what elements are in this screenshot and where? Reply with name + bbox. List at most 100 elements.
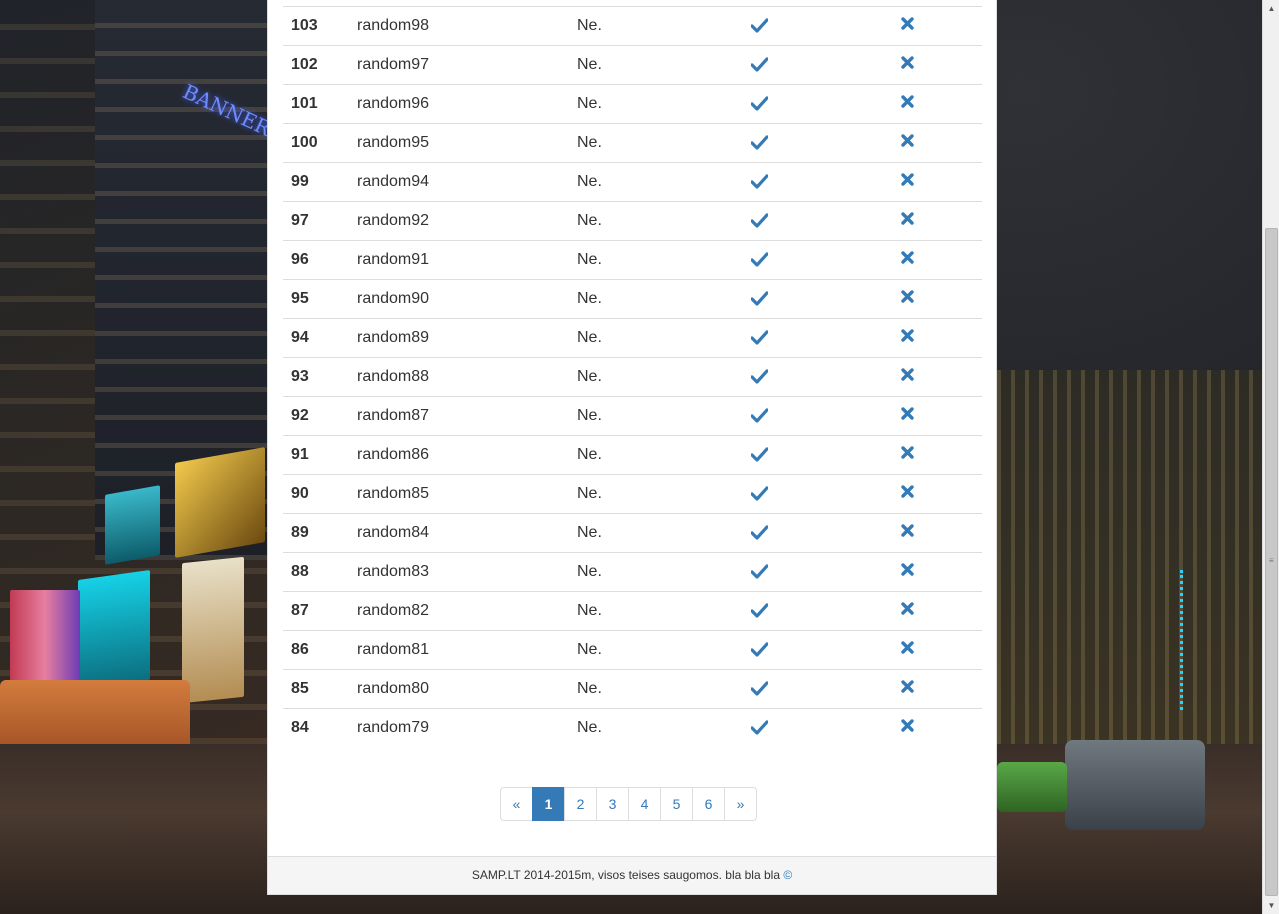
table-row: 89 random84 Ne. (283, 513, 982, 552)
scrollbar-thumb[interactable]: ≡ (1265, 228, 1278, 896)
user-id: 102 (291, 56, 318, 73)
status-text: Ne. (577, 368, 602, 385)
user-id: 85 (291, 680, 309, 697)
scroll-up-arrow-icon[interactable]: ▲ (1263, 0, 1279, 17)
bridge-lights (1180, 570, 1264, 710)
table-row: 100 random95 Ne. (283, 123, 982, 162)
content-panel: 103 random98 Ne. 102 random97 Ne. 101 random96 N… (267, 0, 997, 895)
user-id: 90 (291, 485, 309, 502)
table-row: 103 random98 Ne. (283, 6, 982, 45)
car (997, 762, 1067, 812)
user-id: 86 (291, 641, 309, 658)
username: random81 (357, 641, 430, 658)
user-id: 99 (291, 173, 309, 190)
username: random91 (357, 251, 430, 268)
table-row: 85 random80 Ne. (283, 669, 982, 708)
pagination-page-1[interactable]: 1 (532, 787, 565, 821)
username: random82 (357, 602, 430, 619)
scroll-down-arrow-icon[interactable]: ▼ (1263, 897, 1279, 914)
status-text: Ne. (577, 212, 602, 229)
billboard (78, 569, 150, 691)
status-text: Ne. (577, 446, 602, 463)
pagination-page-2[interactable]: 2 (564, 787, 597, 821)
pagination-page-4[interactable]: 4 (628, 787, 661, 821)
pagination-next[interactable]: » (724, 787, 757, 821)
user-id: 96 (291, 251, 309, 268)
table-row: 96 random91 Ne. (283, 240, 982, 279)
username: random88 (357, 368, 430, 385)
user-id: 94 (291, 329, 309, 346)
status-text: Ne. (577, 524, 602, 541)
pagination-prev[interactable]: « (500, 787, 533, 821)
table-row: 88 random83 Ne. (283, 552, 982, 591)
table-row: 92 random87 Ne. (283, 396, 982, 435)
billboard (105, 485, 160, 565)
status-text: Ne. (577, 251, 602, 268)
username: random86 (357, 446, 430, 463)
status-text: Ne. (577, 641, 602, 658)
table-row: 94 random89 Ne. (283, 318, 982, 357)
username: random90 (357, 290, 430, 307)
user-id: 103 (291, 17, 318, 34)
username: random80 (357, 680, 430, 697)
user-id: 84 (291, 719, 309, 736)
table-row: 87 random82 Ne. (283, 591, 982, 630)
status-text: Ne. (577, 602, 602, 619)
user-id: 95 (291, 290, 309, 307)
user-id: 100 (291, 134, 318, 151)
username: random97 (357, 56, 430, 73)
users-table: 103 random98 Ne. 102 random97 Ne. 101 random96 N… (283, 6, 982, 747)
status-text: Ne. (577, 329, 602, 346)
billboard (175, 447, 265, 558)
footer: SAMP.LT 2014-2015m, visos teises saugomo… (268, 856, 996, 894)
username: random79 (357, 719, 430, 736)
status-text: Ne. (577, 95, 602, 112)
status-text: Ne. (577, 680, 602, 697)
user-id: 89 (291, 524, 309, 541)
pagination-page-3[interactable]: 3 (596, 787, 629, 821)
user-id: 87 (291, 602, 309, 619)
user-id: 101 (291, 95, 318, 112)
status-text: Ne. (577, 485, 602, 502)
username: random84 (357, 524, 430, 541)
grip-icon: ≡ (1269, 556, 1274, 565)
username: random94 (357, 173, 430, 190)
status-text: Ne. (577, 407, 602, 424)
username: random89 (357, 329, 430, 346)
table-row: 99 random94 Ne. (283, 162, 982, 201)
username: random83 (357, 563, 430, 580)
user-id: 92 (291, 407, 309, 424)
username: random92 (357, 212, 430, 229)
user-id: 88 (291, 563, 309, 580)
table-row: 97 random92 Ne. (283, 201, 982, 240)
table-row: 86 random81 Ne. (283, 630, 982, 669)
table-row: 102 random97 Ne. (283, 45, 982, 84)
scrollbar[interactable]: ▲ ≡ ▼ (1262, 0, 1279, 914)
status-text: Ne. (577, 563, 602, 580)
billboard (10, 590, 80, 685)
username: random95 (357, 134, 430, 151)
user-id: 97 (291, 212, 309, 229)
status-text: Ne. (577, 173, 602, 190)
billboard (182, 556, 244, 704)
table-row: 93 random88 Ne. (283, 357, 982, 396)
pagination-page-5[interactable]: 5 (660, 787, 693, 821)
footer-text: SAMP.LT 2014-2015m, visos teises saugomo… (471, 868, 780, 882)
username: random85 (357, 485, 430, 502)
user-id: 91 (291, 446, 309, 463)
pagination-page-6[interactable]: 6 (692, 787, 725, 821)
car (1065, 740, 1205, 830)
status-text: Ne. (577, 56, 602, 73)
status-text: Ne. (577, 290, 602, 307)
copyright-symbol: © (783, 868, 793, 882)
status-text: Ne. (577, 719, 602, 736)
table-row: 84 random79 Ne. (283, 708, 982, 747)
username: random87 (357, 407, 430, 424)
pagination: « 1 2 3 4 5 6 » (500, 787, 757, 821)
user-id: 93 (291, 368, 309, 385)
username: random98 (357, 17, 430, 34)
table-row: 95 random90 Ne. (283, 279, 982, 318)
status-text: Ne. (577, 134, 602, 151)
table-row: 101 random96 Ne. (283, 84, 982, 123)
username: random96 (357, 95, 430, 112)
